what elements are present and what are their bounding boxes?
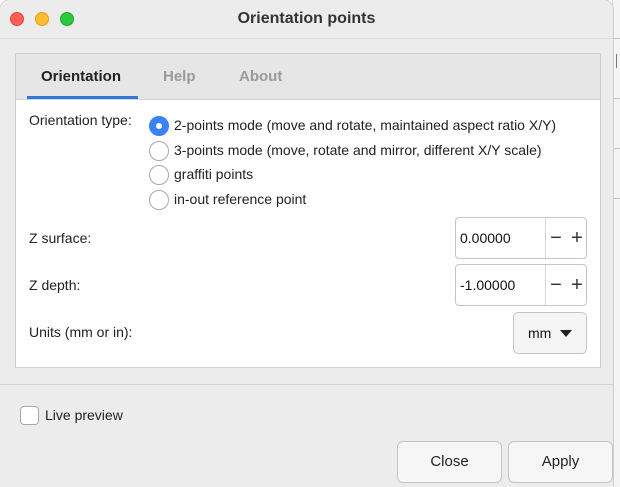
tab-orientation[interactable]: Orientation	[41, 68, 121, 85]
close-button[interactable]: Close	[397, 441, 502, 483]
units-label: Units (mm or in):	[29, 324, 133, 340]
radio-2-points-mode-label[interactable]: 2-points mode (move and rotate, maintain…	[174, 117, 556, 133]
z-depth-label: Z depth:	[29, 277, 81, 293]
radio-in-out-reference-point-label[interactable]: in-out reference point	[174, 191, 306, 207]
title-bar: Orientation points	[0, 0, 613, 39]
tab-bar: Orientation Help About	[16, 54, 600, 100]
dialog-window: Orientation points Orientation Help Abou…	[0, 0, 613, 487]
orientation-type-label: Orientation type:	[29, 112, 132, 128]
z-depth-value[interactable]: -1.00000	[460, 277, 515, 293]
window-title: Orientation points	[237, 10, 376, 27]
radio-graffiti-points[interactable]	[149, 165, 169, 185]
radio-2-points-mode[interactable]	[149, 116, 169, 136]
live-preview-label[interactable]: Live preview	[45, 407, 123, 423]
units-dropdown[interactable]: mm	[513, 312, 587, 354]
background-window-edge	[612, 0, 620, 487]
z-depth-plus-icon[interactable]: +	[567, 265, 587, 305]
radio-graffiti-points-label[interactable]: graffiti points	[174, 166, 253, 182]
tab-panel: Orientation Help About Orientation type:…	[15, 53, 601, 368]
z-surface-label: Z surface:	[29, 230, 92, 246]
z-depth-minus-icon[interactable]: −	[546, 265, 566, 305]
tab-help[interactable]: Help	[163, 68, 196, 85]
tab-about[interactable]: About	[239, 68, 282, 85]
z-surface-spinbox[interactable]: 0.00000 − +	[455, 217, 587, 259]
z-surface-minus-icon[interactable]: −	[546, 218, 566, 258]
apply-button[interactable]: Apply	[508, 441, 613, 483]
z-depth-spinbox[interactable]: -1.00000 − +	[455, 264, 587, 306]
z-surface-value[interactable]: 0.00000	[460, 230, 511, 246]
units-selected-value[interactable]: mm	[528, 325, 551, 341]
chevron-down-icon[interactable]	[560, 330, 572, 337]
radio-3-points-mode[interactable]	[149, 141, 169, 161]
radio-in-out-reference-point[interactable]	[149, 190, 169, 210]
live-preview-checkbox[interactable]	[20, 406, 39, 425]
z-surface-plus-icon[interactable]: +	[567, 218, 587, 258]
footer-divider	[0, 384, 613, 385]
active-tab-indicator	[27, 96, 138, 99]
radio-3-points-mode-label[interactable]: 3-points mode (move, rotate and mirror, …	[174, 142, 542, 158]
